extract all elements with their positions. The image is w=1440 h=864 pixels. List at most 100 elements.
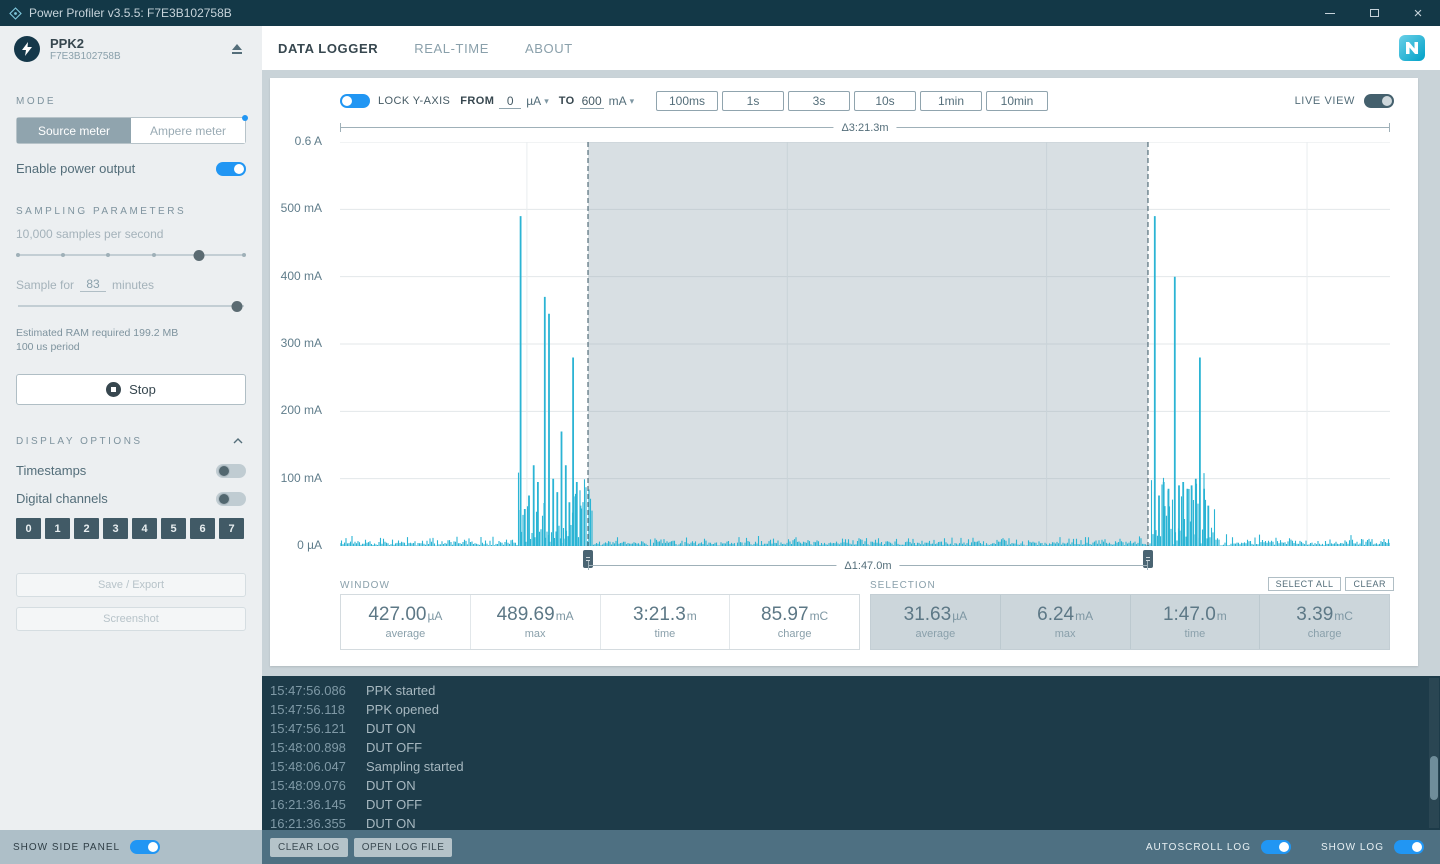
log-timestamp: 16:21:36.145 (270, 795, 366, 814)
device-header[interactable]: PPK2 F7E3B102758B (0, 26, 262, 72)
y-to-input[interactable]: 600 (580, 94, 604, 109)
main-content: LOCK Y-AXIS FROM 0 µA ▾ TO 600 mA ▾ 100m… (262, 70, 1440, 864)
stat-value-row: 85.97mC (761, 604, 828, 626)
app-window: Power Profiler v3.5.5: F7E3B102758B × PP… (0, 0, 1440, 864)
digital-channel-buttons: 01234567 (16, 518, 246, 539)
y-axis-tick: 400 mA (281, 269, 322, 283)
ram-note: Estimated RAM required 199.2 MB (16, 326, 246, 340)
show-log-toggle[interactable] (1394, 840, 1424, 854)
window-title: Power Profiler v3.5.5: F7E3B102758B (29, 6, 232, 20)
maximize-button[interactable] (1352, 0, 1396, 26)
display-options-heading: DISPLAY OPTIONS (16, 436, 143, 447)
close-button[interactable]: × (1396, 0, 1440, 26)
duration-slider[interactable] (18, 300, 244, 312)
window-stats-heading: WINDOW (340, 580, 390, 591)
show-side-panel-toggle[interactable] (130, 840, 160, 854)
stat-label: time (654, 628, 675, 640)
tab-about[interactable]: ABOUT (525, 41, 573, 56)
selection-stats: 31.63µAaverage6.24mAmax1:47.0mtime3.39mC… (870, 594, 1390, 650)
toggle-knob (148, 842, 158, 852)
stat-average: 427.00µAaverage (341, 595, 470, 649)
channel-button-7[interactable]: 7 (219, 518, 244, 539)
channel-button-1[interactable]: 1 (45, 518, 70, 539)
y-to-unit-select[interactable]: mA ▾ (609, 94, 635, 108)
sample-rate-slider-handle[interactable] (193, 250, 204, 261)
collapse-section-button[interactable] (230, 435, 246, 447)
channel-button-2[interactable]: 2 (74, 518, 99, 539)
log-timestamp: 15:48:06.047 (270, 757, 366, 776)
channel-button-4[interactable]: 4 (132, 518, 157, 539)
window-button-1min[interactable]: 1min (920, 91, 982, 111)
slider-tick (242, 253, 246, 257)
window-button-10min[interactable]: 10min (986, 91, 1048, 111)
live-view-toggle[interactable] (1364, 94, 1394, 108)
stat-value-row: 31.63µA (904, 604, 967, 626)
sampling-heading: SAMPLING PARAMETERS (16, 206, 246, 217)
power-output-toggle[interactable] (216, 162, 246, 176)
stat-unit: mC (810, 609, 829, 623)
stat-unit: mA (556, 609, 574, 623)
clear-log-button[interactable]: CLEAR LOG (270, 838, 348, 857)
slider-tick (106, 253, 110, 257)
toggle-knob (1279, 842, 1289, 852)
screenshot-button[interactable]: Screenshot (16, 607, 246, 631)
log-entries: 15:47:56.086PPK started15:47:56.118PPK o… (270, 681, 1440, 830)
live-view-control: LIVE VIEW (1295, 94, 1394, 108)
duration-input[interactable]: 83 (80, 277, 106, 292)
duration-slider-handle[interactable] (232, 301, 243, 312)
select-all-button[interactable]: SELECT ALL (1268, 577, 1342, 591)
log-scrollbar[interactable] (1429, 678, 1439, 828)
stat-unit: m (1217, 609, 1227, 623)
chart-plot[interactable] (340, 142, 1390, 546)
tab-data-logger[interactable]: DATA LOGGER (278, 41, 378, 56)
log-timestamp: 15:47:56.086 (270, 681, 366, 700)
stat-label: average (385, 628, 425, 640)
stat-value: 1:47.0 (1163, 604, 1216, 626)
log-scrollbar-thumb[interactable] (1430, 756, 1438, 800)
clear-selection-button[interactable]: CLEAR (1345, 577, 1394, 591)
stat-unit: µA (427, 609, 442, 623)
lock-y-axis-toggle[interactable] (340, 94, 370, 108)
stat-value-row: 3:21.3m (633, 604, 697, 626)
y-from-unit-select[interactable]: µA ▾ (526, 94, 548, 108)
open-log-file-button[interactable]: OPEN LOG FILE (354, 838, 453, 857)
y-from-input[interactable]: 0 (499, 94, 521, 109)
nordic-logo (1398, 34, 1426, 62)
selection-stats-heading: SELECTION (870, 580, 936, 591)
log-entry: 15:48:06.047Sampling started (270, 757, 1440, 776)
eject-button[interactable] (226, 39, 248, 59)
channel-button-3[interactable]: 3 (103, 518, 128, 539)
stat-unit: m (687, 609, 697, 623)
sample-rate-slider[interactable] (18, 249, 244, 261)
slider-track (18, 254, 244, 256)
window-button-1s[interactable]: 1s (722, 91, 784, 111)
tab-real-time[interactable]: REAL-TIME (414, 41, 489, 56)
log-message: DUT ON (366, 778, 416, 793)
mode-option-source-meter[interactable]: Source meter (17, 118, 131, 143)
y-from-unit-value: µA (526, 94, 541, 108)
stat-label: max (1055, 628, 1076, 640)
log-message: DUT OFF (366, 740, 422, 755)
top-navigation: DATA LOGGER REAL-TIME ABOUT (262, 26, 1440, 70)
window-button-3s[interactable]: 3s (788, 91, 850, 111)
stat-value-row: 3.39mC (1296, 604, 1353, 626)
log-entry: 16:21:36.355DUT ON (270, 814, 1440, 830)
channel-button-5[interactable]: 5 (161, 518, 186, 539)
save-export-button[interactable]: Save / Export (16, 573, 246, 597)
mode-option-ampere-meter[interactable]: Ampere meter (131, 118, 245, 143)
log-message: PPK started (366, 683, 435, 698)
stop-button[interactable]: Stop (16, 374, 246, 405)
autoscroll-log-toggle[interactable] (1261, 840, 1291, 854)
window-button-100ms[interactable]: 100ms (656, 91, 718, 111)
minimize-button[interactable] (1308, 0, 1352, 26)
window-button-10s[interactable]: 10s (854, 91, 916, 111)
timestamps-toggle[interactable] (216, 464, 246, 478)
channel-button-0[interactable]: 0 (16, 518, 41, 539)
duration-prefix: Sample for (16, 278, 74, 292)
slider-tick (61, 253, 65, 257)
channel-button-6[interactable]: 6 (190, 518, 215, 539)
digital-channels-toggle[interactable] (216, 492, 246, 506)
chevron-down-icon: ▾ (630, 96, 635, 107)
log-message: DUT OFF (366, 797, 422, 812)
window-duration-delta: Δ3:21.3m (340, 122, 1390, 134)
